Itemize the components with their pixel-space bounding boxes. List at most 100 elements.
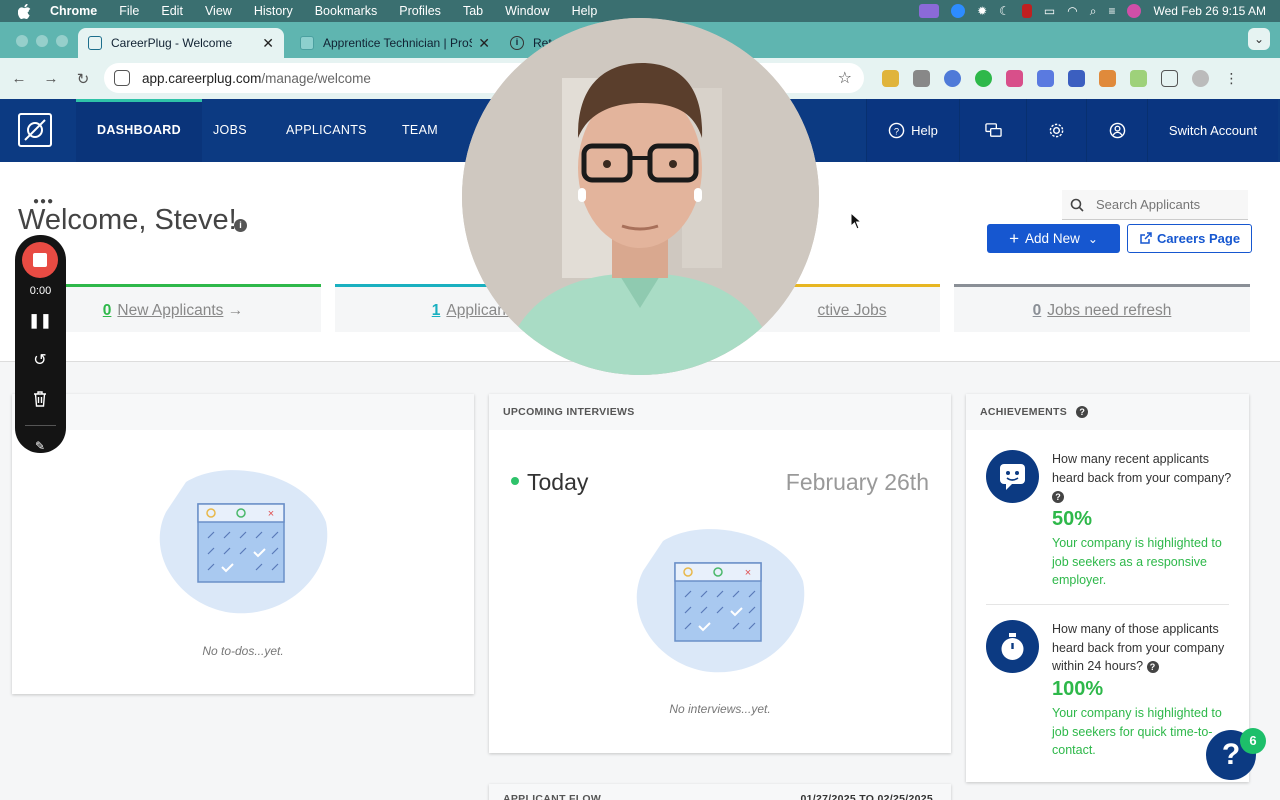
nav-jobs[interactable]: JOBS bbox=[213, 99, 247, 162]
date-range[interactable]: 01/27/2025 to 02/25/2025 bbox=[800, 784, 933, 800]
careerplug-logo-icon[interactable] bbox=[18, 113, 52, 147]
menu-history[interactable]: History bbox=[254, 4, 293, 18]
siri-icon[interactable] bbox=[1127, 4, 1142, 18]
search-applicants[interactable] bbox=[1062, 190, 1248, 220]
menu-window[interactable]: Window bbox=[505, 4, 549, 18]
zoom-icon[interactable] bbox=[951, 4, 966, 18]
help-icon[interactable]: ? bbox=[1076, 406, 1089, 419]
calendar-illustration-icon: × bbox=[636, 529, 805, 673]
webcam-bubble[interactable] bbox=[462, 18, 819, 375]
applicant-flow-title: APPLICANT FLOW bbox=[503, 793, 602, 800]
reload-icon[interactable]: ↻ bbox=[72, 70, 94, 88]
screen: Chrome File Edit View History Bookmarks … bbox=[0, 0, 1280, 800]
recording-controls: 0:00 ❚❚ ↺ ✎ bbox=[15, 235, 66, 453]
nav-settings[interactable] bbox=[1026, 99, 1086, 162]
nav-dashboard[interactable]: DASHBOARD bbox=[76, 99, 202, 162]
extension-icon[interactable] bbox=[1130, 70, 1147, 87]
maximize-window-icon[interactable] bbox=[56, 35, 68, 47]
close-window-icon[interactable] bbox=[16, 35, 28, 47]
add-new-label: Add New bbox=[1025, 231, 1080, 246]
menu-app-name[interactable]: Chrome bbox=[50, 4, 97, 18]
card-header bbox=[12, 394, 474, 430]
control-center-icon[interactable]: ≡ bbox=[1108, 4, 1115, 18]
svg-text:×: × bbox=[268, 508, 274, 520]
trash-icon bbox=[34, 390, 46, 407]
stat-number: 0 bbox=[102, 302, 112, 319]
arrow-right-icon: → bbox=[223, 302, 244, 319]
profile-avatar-icon[interactable] bbox=[1192, 70, 1209, 87]
nav-messages[interactable] bbox=[959, 99, 1026, 162]
divider bbox=[986, 604, 1229, 605]
nav-team[interactable]: TEAM bbox=[402, 99, 438, 162]
more-options-icon[interactable]: ⋮ bbox=[1223, 70, 1240, 87]
nav-help[interactable]: ? Help bbox=[866, 99, 959, 162]
menu-help[interactable]: Help bbox=[572, 4, 598, 18]
extension-icon[interactable] bbox=[1099, 70, 1116, 87]
stat-new-applicants[interactable]: 0 New Applicants → bbox=[25, 284, 321, 332]
page-favicon-icon bbox=[300, 36, 314, 50]
restart-button[interactable]: ↺ bbox=[28, 349, 52, 371]
stop-recording-button[interactable] bbox=[22, 242, 58, 278]
app-status-icon[interactable] bbox=[1021, 4, 1032, 18]
page-title: Welcome, Steve! bbox=[18, 204, 237, 236]
extension-icon[interactable] bbox=[975, 70, 992, 87]
site-settings-icon[interactable] bbox=[114, 70, 130, 86]
careers-page-button[interactable]: Careers Page bbox=[1127, 224, 1252, 253]
extension-icon[interactable] bbox=[1068, 70, 1085, 87]
forward-icon[interactable]: → bbox=[40, 70, 62, 87]
calendar-illustration-icon: × bbox=[159, 470, 328, 614]
pen-icon[interactable]: ✎ bbox=[28, 439, 52, 453]
tab-title: Apprentice Technician | ProS bbox=[323, 36, 473, 50]
apple-icon[interactable] bbox=[18, 3, 32, 19]
help-icon[interactable]: ? bbox=[1146, 660, 1159, 673]
tab-search-button[interactable]: ⌄ bbox=[1248, 28, 1270, 50]
battery-icon[interactable]: ▭ bbox=[1044, 4, 1055, 18]
pause-button[interactable]: ❚❚ bbox=[28, 309, 52, 331]
menu-bookmarks[interactable]: Bookmarks bbox=[315, 4, 378, 18]
extension-icon[interactable] bbox=[882, 70, 899, 87]
bookmark-star-icon[interactable]: ☆ bbox=[838, 68, 852, 88]
browser-tab-apprentice[interactable]: Apprentice Technician | ProS ✕ bbox=[290, 28, 500, 58]
spotlight-icon[interactable]: ⌕ bbox=[1090, 4, 1097, 19]
help-icon[interactable]: ? bbox=[1052, 490, 1064, 503]
extension-icon[interactable] bbox=[1037, 70, 1054, 87]
close-tab-icon[interactable]: ✕ bbox=[478, 35, 490, 52]
minimize-window-icon[interactable] bbox=[36, 35, 48, 47]
menu-edit[interactable]: Edit bbox=[161, 4, 183, 18]
back-icon[interactable]: ← bbox=[8, 70, 30, 87]
question-mark-icon: ? bbox=[1221, 738, 1241, 771]
wifi-icon[interactable]: ◠ bbox=[1067, 4, 1077, 18]
nav-profile[interactable] bbox=[1086, 99, 1147, 162]
switch-account-button[interactable]: Switch Account bbox=[1147, 99, 1278, 162]
add-new-button[interactable]: + Add New ⌄ bbox=[987, 224, 1120, 253]
screen-recorder-icon[interactable] bbox=[919, 4, 940, 18]
window-controls bbox=[16, 35, 68, 47]
achievement-item: How many of those applicants heard back … bbox=[986, 620, 1232, 770]
browser-tab-careerplug[interactable]: CareerPlug - Welcome ✕ bbox=[78, 28, 284, 58]
extension-icon[interactable] bbox=[913, 70, 930, 87]
brightness-icon[interactable]: ✹ bbox=[977, 4, 987, 18]
achievements-title: ACHIEVEMENTS bbox=[980, 406, 1068, 418]
empty-state-text: No interviews...yet. bbox=[669, 702, 771, 716]
menu-profiles[interactable]: Profiles bbox=[399, 4, 441, 18]
info-icon[interactable]: i bbox=[234, 219, 247, 232]
chevron-down-icon: ⌄ bbox=[1253, 32, 1265, 46]
extension-icon[interactable] bbox=[1006, 70, 1023, 87]
extension-icon[interactable] bbox=[944, 70, 961, 87]
stopwatch-icon bbox=[986, 620, 1039, 673]
moon-icon[interactable]: ☾ bbox=[999, 4, 1010, 18]
search-input[interactable] bbox=[1096, 197, 1236, 212]
menu-tab[interactable]: Tab bbox=[463, 4, 483, 18]
puzzle-icon[interactable] bbox=[1161, 70, 1178, 87]
menu-file[interactable]: File bbox=[119, 4, 139, 18]
card-header: APPLICANT FLOW 01/27/2025 to 02/25/2025 bbox=[489, 784, 951, 800]
menu-clock[interactable]: Wed Feb 26 9:15 AM bbox=[1153, 4, 1266, 18]
achievement-percent: 50% bbox=[1052, 508, 1093, 530]
delete-recording-button[interactable] bbox=[28, 390, 52, 412]
mouse-cursor-icon bbox=[850, 212, 862, 230]
stat-jobs-need-refresh[interactable]: 0 Jobs need refresh bbox=[954, 284, 1250, 332]
stat-number: 0 bbox=[1032, 302, 1042, 319]
close-tab-icon[interactable]: ✕ bbox=[262, 35, 274, 52]
menu-view[interactable]: View bbox=[205, 4, 232, 18]
nav-applicants[interactable]: APPLICANTS bbox=[286, 99, 367, 162]
